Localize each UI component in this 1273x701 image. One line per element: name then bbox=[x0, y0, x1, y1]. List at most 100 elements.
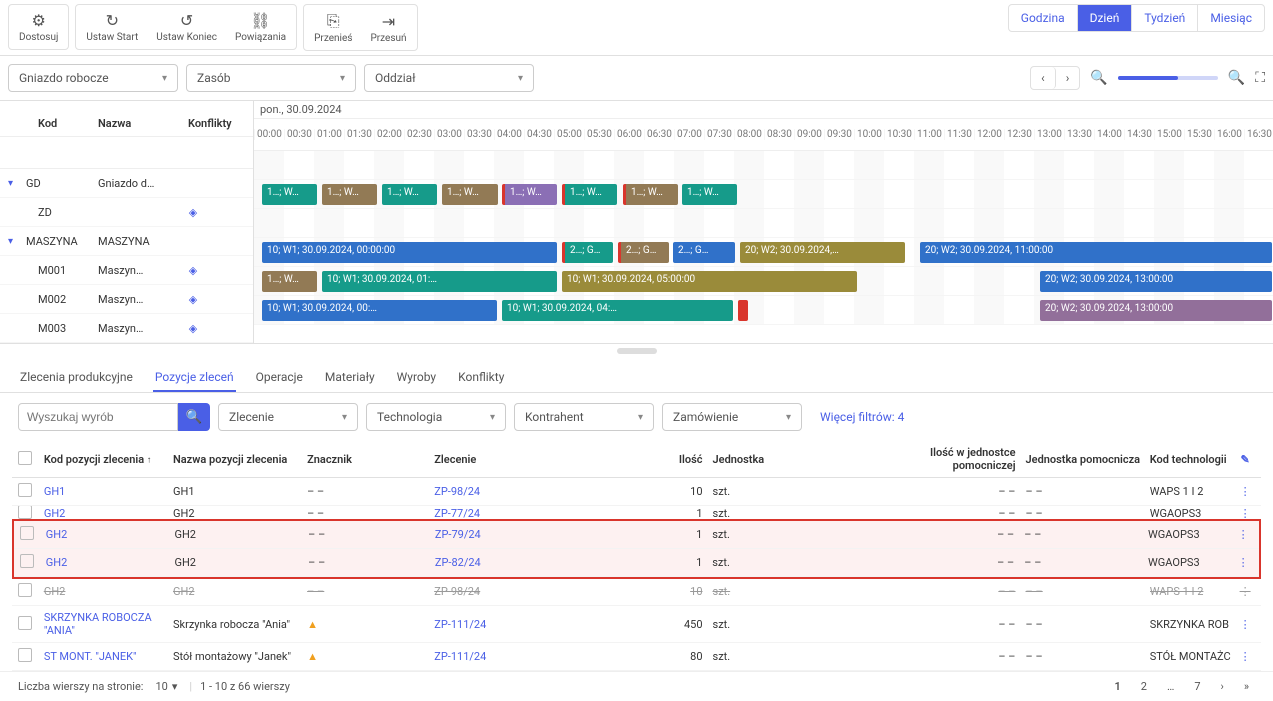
page-number[interactable]: … bbox=[1161, 678, 1180, 695]
more-filters-link[interactable]: Więcej filtrów: 4 bbox=[820, 410, 904, 424]
set-end-button[interactable]: ↺Ustaw Koniec bbox=[148, 7, 225, 47]
gantt-bar[interactable]: 1…; W… bbox=[682, 184, 737, 205]
order-link[interactable]: ZP-82/24 bbox=[435, 556, 481, 569]
gantt-bar[interactable]: 20; W2; 30.09.2024,… bbox=[740, 242, 905, 263]
pane-resize-handle[interactable] bbox=[617, 348, 657, 354]
view-day[interactable]: Dzień bbox=[1078, 5, 1133, 31]
row-actions[interactable]: ⋮ bbox=[1235, 485, 1255, 498]
row-actions[interactable]: ⋮ bbox=[1235, 507, 1255, 520]
row-checkbox[interactable] bbox=[18, 616, 32, 630]
tab-operacje[interactable]: Operacje bbox=[254, 364, 305, 392]
zoom-slider[interactable] bbox=[1118, 76, 1218, 80]
commission-select[interactable]: Zamówienie▾ bbox=[662, 403, 802, 431]
item-code-link[interactable]: GH2 bbox=[44, 507, 66, 520]
prev-button[interactable]: ‹ bbox=[1031, 67, 1056, 89]
set-start-button[interactable]: ↻Ustaw Start bbox=[78, 7, 146, 47]
expand-toggle[interactable]: ▾ bbox=[8, 236, 26, 247]
col-kod-tech[interactable]: Kod technologii bbox=[1150, 453, 1235, 466]
gantt-bar[interactable]: 10; W1; 30.09.2024, 01:… bbox=[322, 271, 557, 292]
item-code-link[interactable]: GH1 bbox=[44, 485, 66, 498]
search-input[interactable] bbox=[18, 403, 178, 431]
gantt-bar[interactable]: 10; W1; 30.09.2024, 00:00:00 bbox=[262, 242, 557, 263]
row-checkbox[interactable] bbox=[20, 554, 34, 568]
department-select[interactable]: Oddział▾ bbox=[364, 64, 534, 92]
gantt-bar[interactable]: 1…; W… bbox=[562, 184, 617, 205]
links-button[interactable]: ⛓Powiązania bbox=[227, 7, 294, 47]
col-zlecenie[interactable]: Zlecenie bbox=[434, 453, 664, 466]
tab-zlecenia-produkcyjne[interactable]: Zlecenia produkcyjne bbox=[18, 364, 135, 392]
tab-materiały[interactable]: Materiały bbox=[323, 364, 377, 392]
row-checkbox[interactable] bbox=[18, 506, 32, 519]
zoom-in-icon[interactable]: 🔍 bbox=[1228, 70, 1245, 86]
order-link[interactable]: ZP-111/24 bbox=[434, 650, 486, 663]
gantt-bar[interactable]: 1…; W… bbox=[442, 184, 498, 205]
next-button[interactable]: › bbox=[1056, 67, 1080, 89]
view-week[interactable]: Tydzień bbox=[1132, 5, 1198, 31]
row-actions[interactable]: ⋮ bbox=[1233, 556, 1253, 569]
col-kod-pozycji[interactable]: Kod pozycji zlecenia ↑ bbox=[44, 453, 173, 466]
gantt-bar[interactable]: 1…; W… bbox=[382, 184, 437, 205]
tab-konflikty[interactable]: Konflikty bbox=[456, 364, 506, 392]
workcenter-select[interactable]: Gniazdo robocze▾ bbox=[8, 64, 178, 92]
expand-toggle[interactable]: ▾ bbox=[8, 178, 26, 189]
last-page[interactable]: » bbox=[1238, 678, 1255, 695]
col-jedn-pom[interactable]: Jednostka pomocnicza bbox=[1026, 453, 1150, 466]
row-checkbox[interactable] bbox=[18, 648, 32, 662]
col-jednostka[interactable]: Jednostka bbox=[713, 453, 869, 466]
gantt-bar[interactable]: 10; W1; 30.09.2024, 05:00:00 bbox=[562, 271, 857, 292]
item-code-link[interactable]: ST MONT. "JANEK" bbox=[44, 650, 137, 663]
gantt-bar[interactable]: 1…; W… bbox=[322, 184, 377, 205]
item-code-link[interactable]: GH2 bbox=[46, 556, 68, 569]
tab-wyroby[interactable]: Wyroby bbox=[395, 364, 438, 392]
row-actions[interactable]: ⋮ bbox=[1235, 585, 1255, 598]
gantt-bar[interactable]: 1…; W… bbox=[262, 184, 317, 205]
resource-select[interactable]: Zasób▾ bbox=[186, 64, 356, 92]
item-code-link[interactable]: GH2 bbox=[44, 585, 66, 598]
tech-select[interactable]: Technologia▾ bbox=[366, 403, 506, 431]
select-all-checkbox[interactable] bbox=[18, 451, 32, 465]
order-select[interactable]: Zlecenie▾ bbox=[218, 403, 358, 431]
col-nazwa-pozycji[interactable]: Nazwa pozycji zlecenia bbox=[173, 453, 307, 466]
gantt-bar[interactable]: 10; W1; 30.09.2024, 04:… bbox=[502, 300, 733, 321]
col-ilosc-pom[interactable]: Ilość w jednostce pomocniczej bbox=[868, 446, 1025, 472]
item-code-link[interactable]: GH2 bbox=[46, 528, 68, 541]
row-checkbox[interactable] bbox=[18, 483, 32, 497]
next-page[interactable]: › bbox=[1215, 678, 1230, 695]
page-number[interactable]: 7 bbox=[1188, 678, 1206, 695]
gantt-bar[interactable]: 2…; G… bbox=[618, 242, 669, 263]
order-link[interactable]: ZP-77/24 bbox=[434, 507, 480, 520]
col-znacznik[interactable]: Znacznik bbox=[307, 453, 434, 466]
tab-pozycje-zleceń[interactable]: Pozycje zleceń bbox=[153, 364, 236, 392]
gantt-bar[interactable]: 1…; W… bbox=[502, 184, 557, 205]
order-link[interactable]: ZP-98/24 bbox=[434, 485, 480, 498]
col-ilosc[interactable]: Ilość bbox=[665, 453, 713, 466]
search-button[interactable]: 🔍 bbox=[178, 403, 210, 431]
gantt-bar[interactable]: 1…; W… bbox=[262, 271, 317, 292]
item-code-link[interactable]: SKRZYNKA ROBOCZA "ANIA" bbox=[44, 611, 152, 637]
gantt-bar[interactable]: 1…; W… bbox=[623, 184, 678, 205]
order-link[interactable]: ZP-111/24 bbox=[434, 618, 486, 631]
view-hour[interactable]: Godzina bbox=[1009, 5, 1078, 31]
view-month[interactable]: Miesiąc bbox=[1198, 5, 1264, 31]
gantt-bar[interactable]: 10; W1; 30.09.2024, 00:… bbox=[262, 300, 497, 321]
rows-per-page-select[interactable]: 10 ▾ bbox=[151, 678, 181, 695]
customize-button[interactable]: ⚙Dostosuj bbox=[11, 7, 66, 47]
row-actions[interactable]: ⋮ bbox=[1233, 528, 1253, 541]
gantt-bar[interactable] bbox=[738, 300, 748, 321]
order-link[interactable]: ZP-98/24 bbox=[434, 585, 480, 598]
row-actions[interactable]: ⋮ bbox=[1235, 618, 1255, 631]
page-number[interactable]: 2 bbox=[1135, 678, 1153, 695]
gantt-bar[interactable]: 20; W2; 30.09.2024, 13:00:00 bbox=[1040, 300, 1272, 321]
row-checkbox[interactable] bbox=[20, 526, 34, 540]
order-link[interactable]: ZP-79/24 bbox=[435, 528, 481, 541]
row-checkbox[interactable] bbox=[18, 583, 32, 597]
gantt-bar[interactable]: 2…; G… bbox=[673, 242, 735, 263]
contractor-select[interactable]: Kontrahent▾ bbox=[514, 403, 654, 431]
gantt-bar[interactable]: 20; W2; 30.09.2024, 11:00:00 bbox=[920, 242, 1272, 263]
gantt-bar[interactable]: 2…; G… bbox=[562, 242, 613, 263]
move-button[interactable]: ⎘Przenieś bbox=[306, 7, 360, 48]
gantt-bar[interactable]: 20; W2; 30.09.2024, 13:00:00 bbox=[1040, 271, 1272, 292]
zoom-out-icon[interactable]: 🔍 bbox=[1090, 70, 1107, 86]
shift-button[interactable]: ⇥Przesuń bbox=[362, 7, 414, 48]
row-actions[interactable]: ⋮ bbox=[1235, 650, 1255, 663]
